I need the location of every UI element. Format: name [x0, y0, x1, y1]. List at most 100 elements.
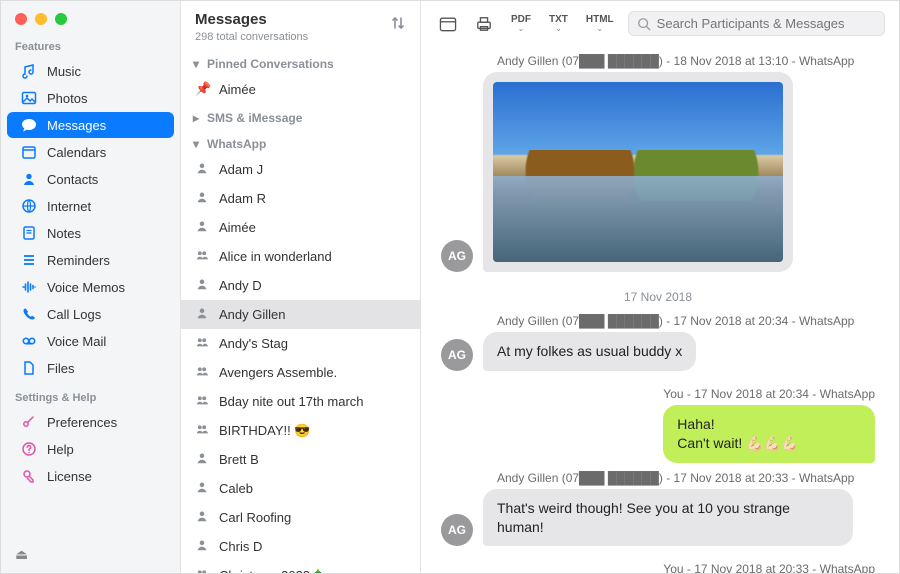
chevron-down-icon: ⌄: [596, 25, 603, 33]
sidebar-item-photos[interactable]: Photos: [7, 85, 174, 111]
conversation-item[interactable]: Alice in wonderland: [181, 242, 420, 271]
section-sms[interactable]: ▸ SMS & iMessage: [181, 103, 420, 129]
conversation-label: Andy's Stag: [219, 336, 288, 351]
conversation-item[interactable]: 📌Aimée: [181, 75, 420, 103]
conversation-scroll[interactable]: ▾ Pinned Conversations 📌Aimée ▸ SMS & iM…: [181, 49, 420, 573]
sidebar-item-preferences[interactable]: Preferences: [7, 409, 174, 435]
sidebar-item-calendars[interactable]: Calendars: [7, 139, 174, 165]
group-icon: [195, 393, 209, 410]
sidebar-item-help[interactable]: Help: [7, 436, 174, 462]
message-outgoing: You - 17 Nov 2018 at 20:34 - WhatsApp Ha…: [441, 379, 875, 463]
conversation-label: Adam J: [219, 162, 263, 177]
section-pinned-label: Pinned Conversations: [207, 57, 334, 71]
sidebar-item-label: Call Logs: [47, 307, 101, 322]
conversation-label: Adam R: [219, 191, 266, 206]
message-meta: Andy Gillen (07███ ██████) - 17 Nov 2018…: [497, 314, 875, 328]
conversation-item[interactable]: Avengers Assemble.: [181, 358, 420, 387]
calendars-icon: [21, 144, 37, 160]
sidebar-item-internet[interactable]: Internet: [7, 193, 174, 219]
sidebar-item-messages[interactable]: Messages: [7, 112, 174, 138]
sidebar-item-music[interactable]: Music: [7, 58, 174, 84]
license-icon: [21, 468, 37, 484]
section-whatsapp-label: WhatsApp: [207, 137, 266, 151]
sidebar-section-settings: Settings & Help: [1, 382, 180, 408]
message-meta: Andy Gillen (07███ ██████) - 17 Nov 2018…: [497, 471, 875, 485]
person-icon: [195, 190, 209, 207]
pin-icon: 📌: [195, 81, 209, 97]
chevron-down-icon: ⌄: [518, 25, 525, 33]
sidebar-item-voicemail[interactable]: Voice Mail: [7, 328, 174, 354]
sidebar-item-contacts[interactable]: Contacts: [7, 166, 174, 192]
eject-icon[interactable]: ⏏: [1, 536, 180, 573]
message-bubble[interactable]: At my folkes as usual buddy x: [483, 332, 696, 371]
conversation-item[interactable]: Chris D: [181, 532, 420, 561]
person-icon: [195, 161, 209, 178]
date-range-button[interactable]: [435, 16, 461, 32]
sidebar-item-reminders[interactable]: Reminders: [7, 247, 174, 273]
conversation-item[interactable]: Carl Roofing: [181, 503, 420, 532]
files-icon: [21, 360, 37, 376]
export-html-button[interactable]: HTML ⌄: [582, 14, 618, 33]
conversation-item[interactable]: Adam J: [181, 155, 420, 184]
sidebar-item-calllogs[interactable]: Call Logs: [7, 301, 174, 327]
panel-title: Messages: [195, 11, 308, 28]
help-icon: [21, 441, 37, 457]
print-button[interactable]: [471, 16, 497, 32]
conversation-item[interactable]: Caleb: [181, 474, 420, 503]
message-bubble[interactable]: Haha! Can't wait! 💪🏻💪🏻💪🏻: [663, 405, 875, 463]
section-pinned[interactable]: ▾ Pinned Conversations: [181, 49, 420, 75]
sidebar-item-label: Internet: [47, 199, 91, 214]
conversation-label: Brett B: [219, 452, 259, 467]
search-field[interactable]: [628, 11, 885, 36]
export-pdf-button[interactable]: PDF ⌄: [507, 14, 535, 33]
notes-icon: [21, 225, 37, 241]
window-close-icon[interactable]: [15, 13, 27, 25]
conversation-label: Bday nite out 17th march: [219, 394, 364, 409]
chat-scroll[interactable]: Andy Gillen (07███ ██████) - 18 Nov 2018…: [421, 46, 899, 573]
window-minimize-icon[interactable]: [35, 13, 47, 25]
messages-icon: [21, 117, 37, 133]
conversation-item[interactable]: Andy Gillen: [181, 300, 420, 329]
sidebar-item-label: Photos: [47, 91, 87, 106]
person-icon: [195, 480, 209, 497]
conversation-item[interactable]: Andy D: [181, 271, 420, 300]
group-icon: [195, 567, 209, 573]
conversation-item[interactable]: Brett B: [181, 445, 420, 474]
voicemail-icon: [21, 333, 37, 349]
sidebar-item-label: Calendars: [47, 145, 106, 160]
sidebar-item-license[interactable]: License: [7, 463, 174, 489]
avatar: AG: [441, 339, 473, 371]
conversation-item[interactable]: BIRTHDAY!! 😎: [181, 416, 420, 445]
sidebar-item-notes[interactable]: Notes: [7, 220, 174, 246]
conversation-item[interactable]: Christmas 2022🎄: [181, 561, 420, 573]
person-icon: [195, 451, 209, 468]
conversation-panel: Messages 298 total conversations ▾ Pinne…: [181, 1, 421, 573]
chat-panel: PDF ⌄ TXT ⌄ HTML ⌄ Andy Gillen (07███ ██…: [421, 1, 899, 573]
panel-subtitle: 298 total conversations: [195, 31, 308, 43]
chevron-right-icon: ▸: [193, 111, 201, 125]
avatar: AG: [441, 514, 473, 546]
sidebar-item-files[interactable]: Files: [7, 355, 174, 381]
sidebar-item-label: Notes: [47, 226, 81, 241]
conversation-item[interactable]: Aimée: [181, 213, 420, 242]
section-whatsapp[interactable]: ▾ WhatsApp: [181, 129, 420, 155]
photo-attachment: [493, 82, 783, 262]
export-txt-button[interactable]: TXT ⌄: [545, 14, 572, 33]
sort-icon: [390, 15, 406, 31]
photo-bubble[interactable]: [483, 72, 793, 272]
sidebar-item-label: Music: [47, 64, 81, 79]
sidebar-item-label: Messages: [47, 118, 106, 133]
window-zoom-icon[interactable]: [55, 13, 67, 25]
sort-button[interactable]: [390, 11, 406, 34]
conversation-item[interactable]: Adam R: [181, 184, 420, 213]
conversation-item[interactable]: Bday nite out 17th march: [181, 387, 420, 416]
sidebar-item-voicememos[interactable]: Voice Memos: [7, 274, 174, 300]
search-input[interactable]: [657, 16, 876, 31]
message-meta: You - 17 Nov 2018 at 20:34 - WhatsApp: [663, 387, 875, 401]
conversation-item[interactable]: Andy's Stag: [181, 329, 420, 358]
person-icon: [195, 509, 209, 526]
conversation-label: Alice in wonderland: [219, 249, 332, 264]
message-bubble[interactable]: That's weird though! See you at 10 you s…: [483, 489, 853, 547]
preferences-icon: [21, 414, 37, 430]
message-incoming: AG At my folkes as usual buddy x: [441, 332, 875, 371]
